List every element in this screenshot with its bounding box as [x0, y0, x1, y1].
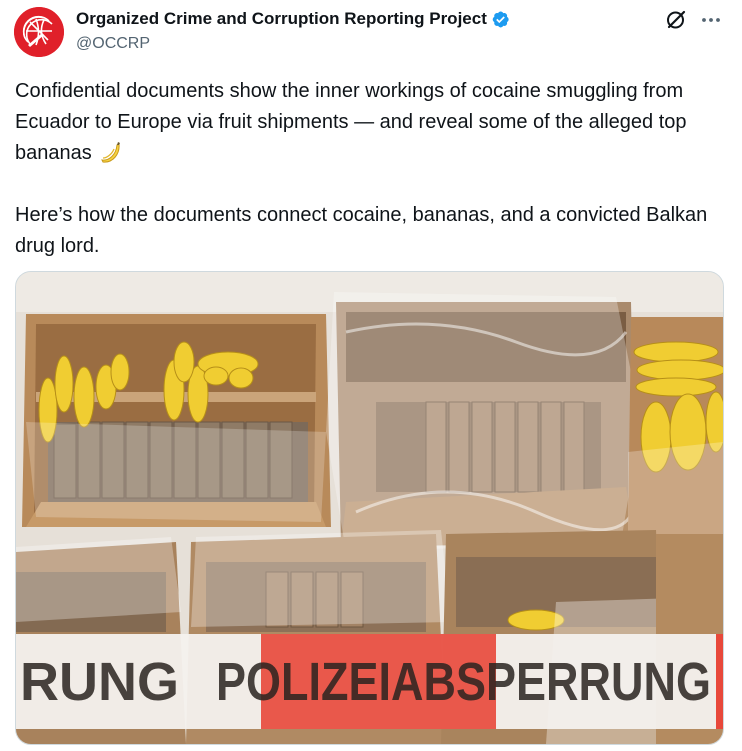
- box-top-middle: [326, 292, 641, 552]
- box-top-right: [628, 317, 723, 537]
- banana-emoji-icon: [101, 142, 121, 163]
- tweet-text: Confidential documents show the inner wo…: [15, 76, 720, 262]
- tape-left-text: RUNG: [20, 652, 179, 712]
- verified-badge-icon: [492, 11, 509, 27]
- tweet-paragraph-2: Here’s how the documents connect cocaine…: [15, 204, 713, 257]
- photo-boxes-of-bananas-and-cocaine: RUNG POLIZEIABSPERRUNG: [16, 272, 723, 744]
- tweet-header: Organized Crime and Corruption Reporting…: [0, 0, 742, 64]
- box-top-left: [22, 314, 331, 527]
- tweet-media-photo[interactable]: RUNG POLIZEIABSPERRUNG: [15, 271, 724, 745]
- tape-right-text: POLIZEIABSPERRUNG: [216, 652, 711, 712]
- author-display-name[interactable]: Organized Crime and Corruption Reporting…: [76, 9, 487, 29]
- grok-icon[interactable]: [665, 9, 687, 31]
- more-options-icon[interactable]: [699, 9, 723, 31]
- police-tape: RUNG POLIZEIABSPERRUNG: [16, 634, 723, 729]
- author-handle[interactable]: @OCCRP: [76, 35, 150, 53]
- occrp-globe-logo-icon: [14, 7, 64, 57]
- avatar[interactable]: [14, 7, 64, 57]
